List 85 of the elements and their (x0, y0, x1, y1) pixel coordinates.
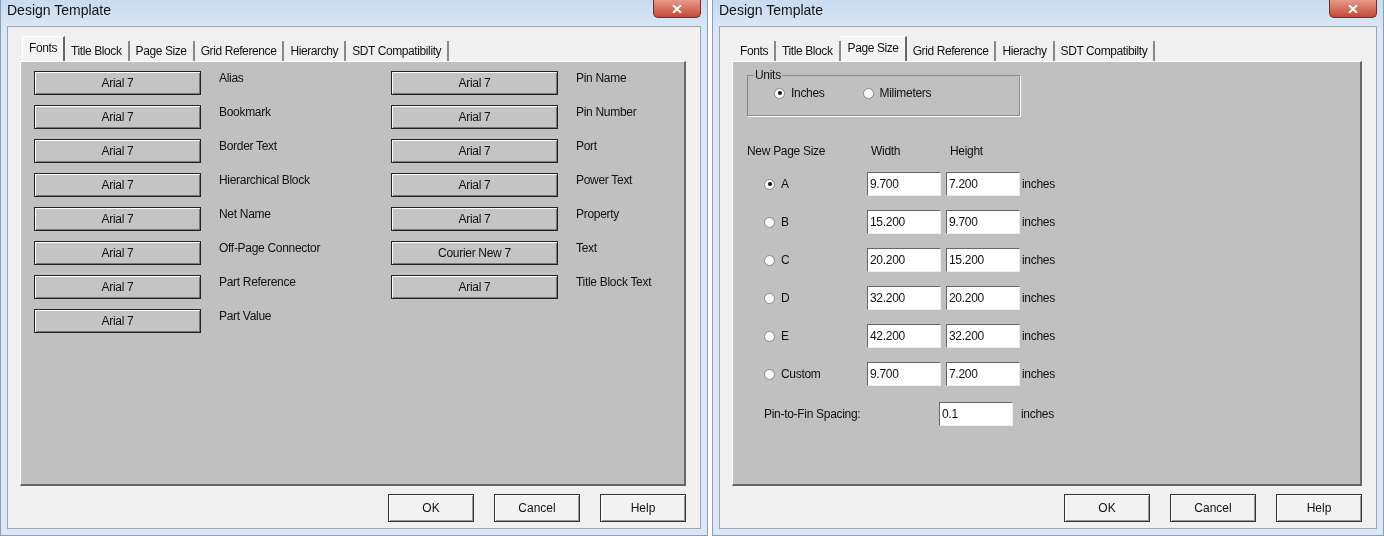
font-label: Off-Page Connector (219, 241, 321, 255)
size-option[interactable]: A (764, 177, 867, 191)
radio-button[interactable] (764, 216, 775, 228)
radio-button[interactable] (862, 87, 874, 99)
font-label: Part Value (219, 309, 272, 323)
window-title: Design Template (719, 2, 824, 18)
font-label: Port (576, 139, 597, 153)
font-label: Border Text (219, 139, 277, 153)
font-label: Alias (219, 71, 244, 85)
font-button[interactable]: Arial 7 (34, 105, 201, 129)
size-option[interactable]: B (764, 215, 867, 229)
width-field[interactable]: 32.200 (867, 286, 941, 310)
dialog-button[interactable]: OK (388, 494, 474, 522)
font-label: Part Reference (219, 275, 296, 289)
width-field[interactable]: 9.700 (867, 172, 941, 196)
height-field[interactable]: 9.700 (946, 210, 1020, 234)
size-option[interactable]: Custom (764, 367, 867, 381)
close-button[interactable] (1329, 0, 1377, 18)
font-button[interactable]: Arial 7 (34, 241, 201, 265)
unit-label: inches (1022, 215, 1056, 229)
font-label: Pin Name (576, 71, 627, 85)
font-button[interactable]: Arial 7 (391, 275, 558, 299)
width-field[interactable]: 15.200 (867, 210, 941, 234)
font-label: Title Block Text (576, 275, 652, 289)
unit-label: inches (1022, 253, 1056, 267)
font-button[interactable]: Arial 7 (391, 139, 558, 163)
font-button[interactable]: Arial 7 (391, 71, 558, 95)
font-label: Text (576, 241, 597, 255)
dialog-button[interactable]: Cancel (1170, 494, 1256, 522)
radio-button[interactable] (764, 368, 775, 380)
width-field[interactable]: 20.200 (867, 248, 941, 272)
font-button[interactable]: Arial 7 (34, 309, 201, 333)
column-header: New Page Size (747, 144, 827, 158)
font-label: Net Name (219, 207, 271, 221)
radio-button[interactable] (764, 254, 775, 266)
dialog-button[interactable]: Help (600, 494, 686, 522)
height-field[interactable]: 15.200 (946, 248, 1020, 272)
unit-label: inches (1021, 407, 1054, 421)
width-field[interactable]: 42.200 (867, 324, 941, 348)
font-button[interactable]: Arial 7 (391, 105, 558, 129)
radio-button[interactable] (764, 178, 775, 190)
radio-button[interactable] (774, 87, 785, 99)
font-button[interactable]: Arial 7 (34, 71, 201, 95)
unit-label: inches (1022, 367, 1056, 381)
column-header: Height (949, 144, 984, 158)
font-label: Hierarchical Block (219, 173, 310, 187)
window-title: Design Template (7, 2, 112, 18)
unit-option[interactable]: Milimeters (862, 86, 932, 100)
spacing-field[interactable]: 0.1 (939, 402, 1013, 426)
spacing-label: Pin-to-Fin Spacing: (764, 407, 862, 421)
size-option[interactable]: D (764, 291, 867, 305)
font-label: Power Text (576, 173, 633, 187)
font-button[interactable]: Arial 7 (34, 207, 201, 231)
column-header: Width (870, 144, 902, 158)
width-field[interactable]: 9.700 (867, 362, 941, 386)
dialog-button[interactable]: Cancel (494, 494, 580, 522)
height-field[interactable]: 7.200 (946, 362, 1020, 386)
radio-button[interactable] (764, 292, 775, 304)
font-button[interactable]: Arial 7 (391, 173, 558, 197)
size-option[interactable]: C (764, 253, 867, 267)
font-label: Bookmark (219, 105, 271, 119)
unit-label: inches (1022, 291, 1056, 305)
tab[interactable]: Fonts (22, 36, 65, 61)
tab[interactable]: Page Size (840, 36, 907, 61)
dialog-button[interactable]: Help (1276, 494, 1362, 522)
dialog-button[interactable]: OK (1064, 494, 1150, 522)
radio-button[interactable] (764, 330, 775, 342)
height-field[interactable]: 20.200 (946, 286, 1020, 310)
close-icon (1348, 4, 1358, 13)
unit-label: inches (1022, 329, 1056, 343)
font-button[interactable]: Arial 7 (34, 139, 201, 163)
unit-option[interactable]: Inches (774, 86, 825, 100)
font-label: Property (576, 207, 619, 221)
size-option[interactable]: E (764, 329, 867, 343)
group-title: Units (754, 68, 782, 82)
font-button[interactable]: Courier New 7 (391, 241, 558, 265)
height-field[interactable]: 7.200 (946, 172, 1020, 196)
unit-label: inches (1022, 177, 1056, 191)
close-icon (672, 4, 682, 13)
font-button[interactable]: Arial 7 (34, 275, 201, 299)
font-label: Pin Number (576, 105, 637, 119)
close-button[interactable] (653, 0, 701, 18)
font-button[interactable]: Arial 7 (34, 173, 201, 197)
font-button[interactable]: Arial 7 (391, 207, 558, 231)
height-field[interactable]: 32.200 (946, 324, 1020, 348)
